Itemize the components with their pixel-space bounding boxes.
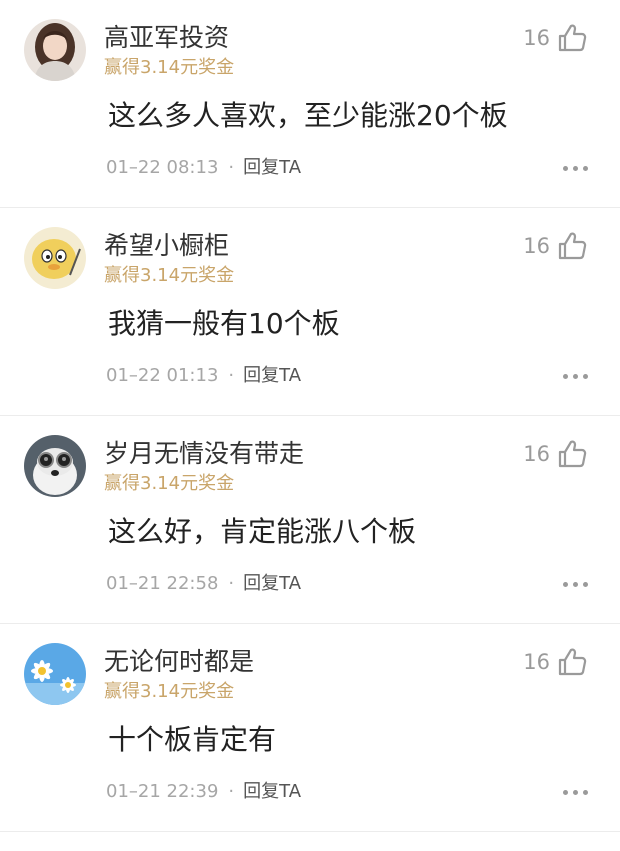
comment-text: 我猜一般有10个板: [108, 307, 340, 340]
reward-badge: 赢得3.14元奖金: [104, 57, 235, 78]
like-button[interactable]: 16: [523, 646, 588, 678]
separator-dot: ·: [228, 573, 235, 594]
reply-link[interactable]: 回复TA: [243, 363, 301, 389]
more-dots-icon[interactable]: [563, 576, 588, 592]
thumbs-up-icon: [558, 440, 587, 468]
separator-dot: ·: [228, 781, 235, 802]
thumbs-up-icon: [558, 24, 587, 52]
comment-item: 无论何时都是 赢得3.14元奖金 16 十个板肯定有 01–21 22:39 ·…: [0, 624, 620, 832]
more-dots-icon[interactable]: [563, 160, 588, 176]
like-count: 16: [523, 650, 550, 674]
comment-text: 十个板肯定有: [108, 723, 277, 756]
reward-badge: 赢得3.14元奖金: [104, 681, 235, 702]
comment-meta: 01–22 01:13 · 回复TA: [106, 363, 301, 389]
like-button[interactable]: 16: [523, 438, 588, 470]
reply-link[interactable]: 回复TA: [243, 155, 301, 181]
username[interactable]: 岁月无情没有带走: [104, 438, 304, 470]
thumbs-up-icon: [558, 232, 587, 260]
like-count: 16: [523, 234, 550, 258]
comment-meta: 01–22 08:13 · 回复TA: [106, 155, 301, 181]
reply-link[interactable]: 回复TA: [243, 571, 301, 597]
separator-dot: ·: [228, 157, 235, 178]
reply-link[interactable]: 回复TA: [243, 779, 301, 805]
avatar[interactable]: [24, 19, 86, 81]
like-button[interactable]: 16: [523, 22, 588, 54]
avatar[interactable]: [24, 227, 86, 289]
like-count: 16: [523, 442, 550, 466]
comment-item: 岁月无情没有带走 赢得3.14元奖金 16 这么好，肯定能涨八个板 01–21 …: [0, 416, 620, 624]
comment-meta: 01–21 22:58 · 回复TA: [106, 571, 301, 597]
timestamp: 01–22 01:13: [106, 365, 219, 386]
username[interactable]: 无论何时都是: [104, 646, 254, 678]
avatar[interactable]: [24, 435, 86, 497]
timestamp: 01–21 22:58: [106, 573, 219, 594]
reward-badge: 赢得3.14元奖金: [104, 265, 235, 286]
comment-meta: 01–21 22:39 · 回复TA: [106, 779, 301, 805]
more-dots-icon[interactable]: [563, 784, 588, 800]
comment-text: 这么多人喜欢，至少能涨20个板: [108, 99, 508, 132]
separator-dot: ·: [228, 365, 235, 386]
like-count: 16: [523, 26, 550, 50]
thumbs-up-icon: [558, 648, 587, 676]
comment-item: 高亚军投资 赢得3.14元奖金 16 这么多人喜欢，至少能涨20个板 01–22…: [0, 0, 620, 208]
comment-list: 高亚军投资 赢得3.14元奖金 16 这么多人喜欢，至少能涨20个板 01–22…: [0, 0, 620, 832]
more-dots-icon[interactable]: [563, 368, 588, 384]
comment-item: 希望小橱柜 赢得3.14元奖金 16 我猜一般有10个板 01–22 01:13…: [0, 208, 620, 416]
avatar[interactable]: [24, 643, 86, 705]
timestamp: 01–22 08:13: [106, 157, 219, 178]
username[interactable]: 高亚军投资: [104, 22, 229, 54]
reward-badge: 赢得3.14元奖金: [104, 473, 235, 494]
like-button[interactable]: 16: [523, 230, 588, 262]
comment-text: 这么好，肯定能涨八个板: [108, 515, 417, 548]
timestamp: 01–21 22:39: [106, 781, 219, 802]
username[interactable]: 希望小橱柜: [104, 230, 229, 262]
